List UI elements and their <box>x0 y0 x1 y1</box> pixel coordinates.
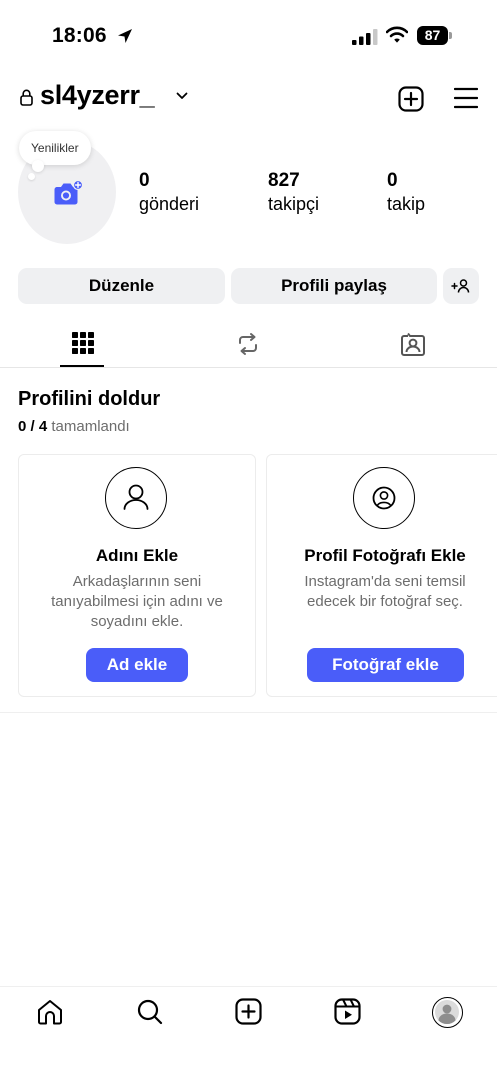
complete-profile-progress: 0 / 4 tamamlandı <box>18 418 130 435</box>
followers-count[interactable]: 827 <box>268 170 300 192</box>
complete-profile-title: Profilini doldur <box>18 388 161 410</box>
notes-bubble[interactable]: Yenilikler <box>19 131 91 165</box>
location-arrow-icon <box>118 29 132 43</box>
add-post-icon[interactable] <box>398 86 424 112</box>
add-name-card: Adını Ekle Arkadaşlarının seni tanıyabil… <box>18 454 256 697</box>
posts-label: gönderi <box>139 194 200 214</box>
menu-icon[interactable] <box>454 87 478 109</box>
reels-icon[interactable] <box>334 998 361 1025</box>
add-profile-photo-card: Profil Fotoğrafı Ekle Instagram'da seni … <box>266 454 497 697</box>
battery-indicator: 87 <box>417 26 448 45</box>
following-label[interactable]: takip <box>387 194 425 215</box>
add-photo-camera-icon[interactable] <box>53 180 83 208</box>
username[interactable]: sl4yzerr_ <box>40 80 155 111</box>
card-description: Arkadaşlarının seni tanıyabilmesi için a… <box>27 572 247 632</box>
card-description-line: edecek bir fotoğraf seç. <box>307 593 463 610</box>
progress-text: tamamlandı <box>51 418 130 435</box>
person-icon <box>123 484 149 510</box>
share-profile-button[interactable]: Profili paylaş <box>231 268 437 304</box>
posts-count: 0 <box>139 170 150 191</box>
profile-photo-icon <box>372 486 396 510</box>
tabs-divider <box>0 367 497 368</box>
add-name-button[interactable]: Ad ekle <box>86 648 188 682</box>
home-icon[interactable] <box>37 998 63 1026</box>
status-time: 18:06 <box>52 24 107 47</box>
card-description-line: Instagram'da seni temsil <box>304 573 466 590</box>
reposts-icon[interactable] <box>236 332 260 356</box>
edit-profile-button[interactable]: Düzenle <box>18 268 225 304</box>
card-description: Instagram'da seni temsil edecek bir foto… <box>275 572 495 612</box>
card-description-line: soyadını ekle. <box>90 613 184 630</box>
card-icon-circle <box>105 467 167 529</box>
search-icon[interactable] <box>136 998 164 1026</box>
add-photo-button[interactable]: Fotoğraf ekle <box>307 648 464 682</box>
tagged-icon[interactable] <box>400 331 426 357</box>
following-count[interactable]: 0 <box>387 170 398 192</box>
progress-count: 0 / 4 <box>18 418 48 435</box>
wifi-icon <box>386 26 408 43</box>
followers-label[interactable]: takipçi <box>268 194 319 215</box>
bottom-nav-divider <box>0 986 497 987</box>
lock-icon <box>20 89 33 106</box>
card-description-line: Arkadaşlarının seni <box>72 573 202 590</box>
card-title: Adını Ekle <box>95 546 179 565</box>
profile-nav-avatar[interactable] <box>432 997 463 1028</box>
card-description-line: tanıyabilmesi için adını ve <box>51 593 223 610</box>
cellular-signal-icon <box>352 29 378 45</box>
chevron-down-icon[interactable] <box>176 92 188 100</box>
battery-tip <box>449 32 452 39</box>
card-title: Profil Fotoğrafı Ekle <box>304 546 466 565</box>
suggested-users-button[interactable] <box>443 268 479 304</box>
create-icon[interactable] <box>235 998 262 1025</box>
add-person-icon <box>451 279 470 293</box>
section-divider <box>0 712 497 713</box>
bubble-tail <box>32 160 44 172</box>
profile-icon <box>435 1000 459 1025</box>
grid-icon[interactable] <box>72 332 94 354</box>
bubble-tail-small <box>28 173 35 180</box>
card-icon-circle <box>353 467 415 529</box>
